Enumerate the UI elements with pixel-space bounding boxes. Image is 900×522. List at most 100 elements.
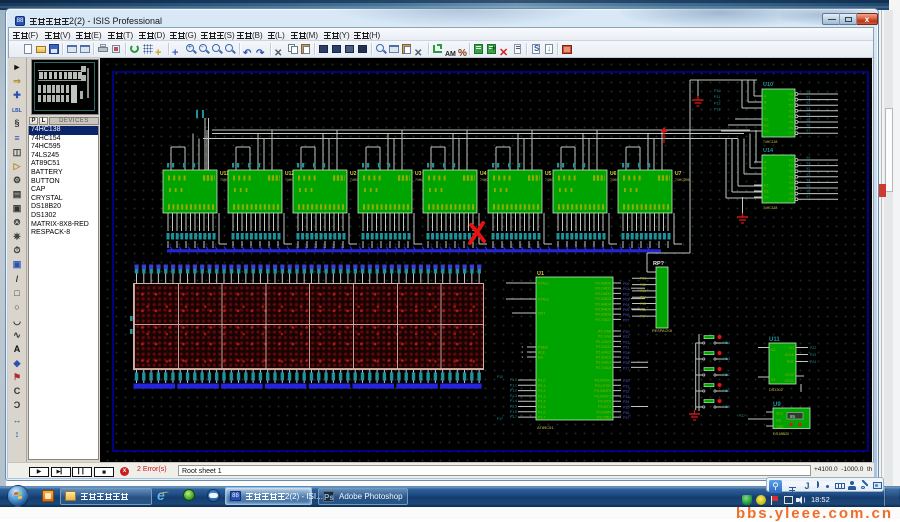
svg-text:P3.7/RD: P3.7/RD [597,416,611,420]
svg-text:XTAL2: XTAL2 [538,298,549,302]
svg-text:C: C [764,107,767,111]
svg-text:Y1: Y1 [806,162,810,166]
svg-text:R52: R52 [723,373,730,377]
svg-text:E1: E1 [764,184,769,188]
svg-text:P26: P26 [623,361,629,365]
svg-text:AT89C51: AT89C51 [537,425,554,430]
svg-text:VCC: VCC [776,412,784,416]
svg-text:P03: P03 [640,289,646,293]
svg-text:P3.1/TXD: P3.1/TXD [595,384,611,388]
svg-text:GND: GND [776,425,784,429]
svg-text:Y1: Y1 [788,164,793,168]
svg-text:P37: P37 [739,414,745,418]
svg-text:P02: P02 [640,283,646,287]
svg-text:RP?: RP? [653,261,665,267]
svg-text:P2.3/A11: P2.3/A11 [596,345,611,349]
svg-text:P03: P03 [623,298,629,302]
svg-text:E1: E1 [764,118,769,122]
svg-text:R53: R53 [723,357,730,361]
svg-text:P0.7/AD7: P0.7/AD7 [595,318,611,322]
svg-text:P1.1: P1.1 [538,384,546,388]
svg-text:P2.4/A12: P2.4/A12 [596,350,611,354]
svg-text:P3.6/WR: P3.6/WR [596,410,611,414]
svg-text:P1.5: P1.5 [538,405,546,409]
svg-text:P0.5/AD5: P0.5/AD5 [595,308,611,312]
svg-text:E2: E2 [764,124,769,128]
svg-text:XTAL1: XTAL1 [538,282,549,286]
svg-text:P12: P12 [714,101,721,105]
svg-text:Y0: Y0 [806,90,810,94]
svg-text:3: 3 [521,355,523,359]
svg-text:P2.6/A14: P2.6/A14 [596,361,611,365]
svg-text:PSEN: PSEN [538,346,548,350]
svg-text:R54: R54 [723,341,730,345]
svg-text:U3: U3 [415,171,422,177]
svg-text:P35: P35 [623,406,629,410]
svg-text:P24: P24 [623,351,629,355]
svg-text:R51: R51 [723,389,730,393]
svg-text:RST: RST [538,312,546,316]
svg-text:P1.4: P1.4 [538,400,546,404]
svg-text:Y5: Y5 [788,187,793,191]
svg-text:P1.7: P1.7 [538,416,546,420]
svg-text:P1.2: P1.2 [538,389,546,393]
svg-text:P0.4/AD4: P0.4/AD4 [595,302,611,306]
svg-text:U6: U6 [610,171,617,177]
svg-text:P13: P13 [714,108,721,112]
svg-text:P1.5: P1.5 [510,405,517,409]
svg-text:Y2: Y2 [788,104,793,108]
svg-text:74HC138: 74HC138 [763,206,777,210]
svg-text:U7: U7 [675,171,682,177]
svg-text:Y7: Y7 [788,198,793,202]
svg-text:P1.6: P1.6 [538,410,546,414]
svg-text:DQ: DQ [776,419,781,423]
svg-text:P1.4: P1.4 [510,399,517,403]
svg-text:Y5: Y5 [806,184,810,188]
svg-text:Y3: Y3 [806,107,810,111]
svg-text:Y6: Y6 [788,192,793,196]
svg-text:P11: P11 [714,95,720,99]
svg-text:Y5: Y5 [806,118,810,122]
svg-text:P1.1: P1.1 [510,383,517,387]
svg-text:P0.1/AD1: P0.1/AD1 [595,287,611,291]
svg-text:E2: E2 [764,190,769,194]
svg-text:Y4: Y4 [788,181,793,185]
svg-text:P07: P07 [640,314,646,318]
svg-text:P00: P00 [623,282,629,286]
svg-text:P1.0: P1.0 [538,379,546,383]
svg-text:Y0: Y0 [806,156,810,160]
svg-text:Y0: Y0 [788,93,793,97]
svg-text:74HC595: 74HC595 [675,178,689,182]
svg-text:Y6: Y6 [806,124,810,128]
svg-text:RST: RST [787,360,795,364]
svg-text:74HC138: 74HC138 [763,140,777,144]
svg-text:P17: P17 [497,417,503,421]
svg-text:P0.0/AD0: P0.0/AD0 [595,282,611,286]
svg-text:Y2: Y2 [788,170,793,174]
svg-text:Y3: Y3 [788,175,793,179]
svg-text:Y2: Y2 [806,167,810,171]
svg-text:P2.7/A15: P2.7/A15 [596,366,611,370]
svg-text:P2.1/A9: P2.1/A9 [598,335,611,339]
svg-text:Y6: Y6 [788,126,793,130]
svg-text:Y4: Y4 [806,112,810,116]
svg-text:P0.3/AD3: P0.3/AD3 [595,297,611,301]
svg-text:P25: P25 [623,356,629,360]
svg-text:P22: P22 [623,340,629,344]
svg-text:P1.0: P1.0 [510,378,517,382]
svg-text:VO: VO [789,346,794,350]
svg-text:3: 3 [521,350,523,354]
svg-text:P04: P04 [640,296,646,300]
svg-text:SCLK: SCLK [785,353,795,357]
svg-text:P21: P21 [623,335,629,339]
svg-text:EA: EA [538,356,543,360]
svg-text:R50: R50 [723,405,730,409]
svg-text:P30: P30 [623,379,629,383]
svg-text:X3: X3 [771,378,775,382]
svg-text:E3: E3 [764,130,769,134]
svg-text:Y5: Y5 [788,121,793,125]
svg-text:U5: U5 [545,171,552,177]
svg-text:ALE: ALE [538,351,546,355]
svg-text:P0.2/AD2: P0.2/AD2 [595,292,611,296]
svg-text:P06: P06 [623,313,629,317]
